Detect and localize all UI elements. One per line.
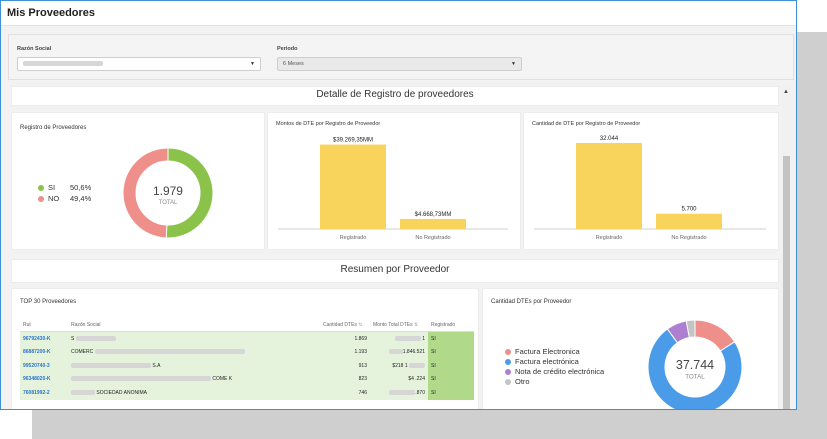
legend-dot-icon [505, 379, 511, 386]
bar-1[interactable] [656, 213, 722, 229]
bar-category-label: Registrado [340, 235, 367, 241]
razon-social-label: Razón Social [17, 46, 52, 52]
card-title: TOP 30 Proveedores [20, 299, 77, 305]
periodo-value: 6 Meses [283, 61, 304, 67]
app-window: Mis Proveedores Razón Social ▼ Periodo 6… [0, 0, 797, 410]
card-montos-dte: Montos de DTE por Registro de Proveedor … [267, 112, 521, 250]
table-row[interactable]: 96348020-K COME K 823 $4 .224 SI [20, 372, 474, 386]
legend-dot-icon [38, 185, 44, 192]
sort-icon: ⇅ [414, 322, 419, 328]
razon-social-select[interactable]: ▼ [17, 57, 261, 71]
col-registrado[interactable]: Registrado [428, 319, 474, 332]
col-rut[interactable]: Rut [20, 319, 68, 332]
chevron-down-icon: ▼ [511, 61, 516, 67]
razon-social-value-blurred [23, 61, 103, 67]
bar-1[interactable] [400, 218, 466, 229]
card-top30: TOP 30 Proveedores Rut Razón Social Cant… [11, 288, 479, 409]
legend-dot-icon [505, 349, 511, 356]
vertical-scrollbar[interactable]: ▲ [782, 86, 791, 409]
bar-0[interactable] [576, 143, 642, 229]
section-resumen-header: Resumen por Proveedor [11, 259, 779, 283]
legend-si: SI 50,6% [38, 183, 91, 192]
table-row[interactable]: 86887200-K COMERC 1.193 1.846.521 SI [20, 345, 474, 359]
scroll-up-arrow-icon[interactable]: ▲ [783, 89, 789, 95]
title-bar: Mis Proveedores [1, 1, 796, 26]
bar-value-label: $39.269,35MM [333, 138, 373, 144]
section-detalle-header: Detalle de Registro de proveedores [11, 86, 779, 106]
card-title: Registro de Proveedores [20, 125, 87, 131]
periodo-label: Periodo [277, 46, 298, 52]
legend-item-3[interactable]: Otro [505, 377, 604, 387]
donut-dtes: 37.744 TOTAL [647, 319, 743, 409]
bar-value-label: $4.668,73MM [415, 212, 452, 218]
bar-value-label: 32.044 [600, 136, 619, 142]
card-registro-proveedores: Registro de Proveedores SI 50,6% NO 49,4% … [11, 112, 265, 250]
page-title: Mis Proveedores [7, 7, 96, 19]
col-razon-social[interactable]: Razón Social [68, 319, 320, 332]
donut-total-label: TOTAL [159, 200, 178, 206]
legend-item-1[interactable]: Factura electrónica [505, 357, 604, 367]
legend-item-2[interactable]: Nota de crédito electrónica [505, 367, 604, 377]
scrollbar-thumb[interactable] [783, 156, 790, 409]
bar-0[interactable] [320, 144, 386, 229]
table-row[interactable]: 96792430-K S 1.869 1 SI [20, 331, 474, 346]
dtes-legend: Factura Electronica Factura electrónica No… [505, 347, 604, 387]
bar-value-label: 5.700 [681, 207, 697, 213]
filter-panel: Razón Social ▼ Periodo 6 Meses ▼ [8, 34, 794, 80]
card-cantidad-dte: Cantidad de DTE por Registro de Proveedo… [523, 112, 779, 250]
donut-total-value: 1.979 [153, 184, 183, 198]
bar-chart-montos: $39.269,35MM Registrado $4.668,73MM No Regi… [278, 138, 508, 241]
donut-total-value: 37.744 [676, 358, 714, 372]
table-row[interactable]: 76081992-2 SOCIEDAD ANONIMA 746 .870 SI [20, 386, 474, 400]
bar-category-label: Registrado [596, 235, 623, 241]
legend-dot-icon [505, 369, 511, 376]
legend-dot-icon [505, 359, 511, 366]
col-cantidad[interactable]: Cantidad DTEs ⇅ [320, 319, 370, 332]
donut-registro: 1.979 TOTAL [122, 147, 214, 239]
legend-dot-icon [38, 196, 44, 203]
bar-category-label: No Registrado [671, 235, 706, 241]
chevron-down-icon: ▼ [250, 61, 255, 67]
table-row[interactable]: 99520740-3 S.A 913 $218 1 SI [20, 359, 474, 373]
top30-table: Rut Razón Social Cantidad DTEs ⇅ Monto T… [20, 319, 474, 400]
legend-item-0[interactable]: Factura Electronica [505, 347, 604, 357]
card-dtes-proveedor: Cantidad DTEs por Proveedor Factura Elec… [482, 288, 779, 409]
periodo-select[interactable]: 6 Meses ▼ [277, 57, 522, 71]
col-monto[interactable]: Monto Total DTEs ⇅ [370, 319, 428, 332]
legend-no: NO 49,4% [38, 194, 91, 203]
bar-chart-cantidad: 32.044 Registrado 5.700 No Registrado [534, 136, 766, 241]
card-title: Cantidad DTEs por Proveedor [491, 299, 572, 305]
donut-total-label: TOTAL [685, 374, 705, 381]
sort-icon: ⇅ [358, 322, 363, 328]
bar-category-label: No Registrado [415, 235, 450, 241]
